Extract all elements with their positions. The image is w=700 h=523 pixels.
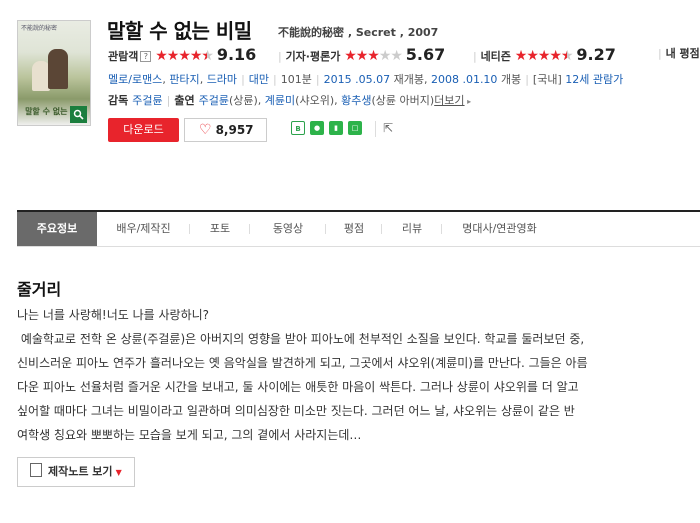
synopsis-line: 여학생 칭요와 뽀뽀하는 모습을 보게 되고, 그의 곁에서 사라지는데…: [17, 428, 362, 442]
audience-rating: 관람객? ★★★★★★ 9.16: [108, 45, 256, 64]
heart-icon: ♡: [199, 122, 212, 138]
genre-link[interactable]: 드라마: [207, 73, 237, 86]
movie-title: 말할 수 없는 비밀: [107, 19, 252, 43]
more-cast-link[interactable]: 더보기: [434, 94, 464, 107]
help-icon[interactable]: ?: [140, 51, 152, 62]
age-rating-link[interactable]: 12세 관람가: [565, 73, 623, 86]
download-button[interactable]: 다운로드: [108, 118, 179, 142]
bookmark-icon[interactable]: ▮: [329, 121, 343, 135]
rating-score: 9.16: [216, 45, 257, 64]
actor-link[interactable]: 계륜미: [265, 94, 295, 107]
like-count: 8,957: [215, 123, 254, 137]
document-icon: [30, 463, 42, 477]
critic-rating: | 기자·평론가 ★★★★★ 5.67: [278, 45, 446, 64]
synopsis-line: 나는 너를 사랑해!너도 나를 사랑하니?: [17, 308, 210, 322]
synopsis-heading: 줄거리: [17, 280, 62, 299]
movie-subtitle: 不能說的秘密 , Secret , 2007: [278, 26, 439, 39]
tab-quotes-related[interactable]: 명대사/연관영화: [442, 212, 557, 246]
netizen-rating: | 네티즌 ★★★★★★ 9.27: [473, 45, 616, 64]
actor-link[interactable]: 주걸륜: [199, 94, 229, 107]
star-rating: ★★★★★★: [514, 48, 574, 64]
release-date-link[interactable]: 2015 .05.07: [324, 73, 390, 86]
tab-main-info[interactable]: 주요정보: [17, 212, 97, 246]
genre-link[interactable]: 판타지: [169, 73, 199, 86]
actor-role: (샤오위): [295, 94, 335, 107]
movie-info: 멜로/로맨스, 판타지, 드라마 | 대만 | 101분 | 2015 .05.07 재개봉…: [108, 73, 624, 86]
tab-photo[interactable]: 포토: [190, 212, 250, 246]
star-rating: ★★★★★★: [155, 48, 214, 64]
line-icon[interactable]: ●: [310, 121, 324, 135]
star-rating: ★★★★★: [344, 48, 403, 64]
rating-score: 5.67: [405, 45, 446, 64]
rating-score: 9.27: [576, 45, 616, 64]
rating-label: 네티즌: [480, 50, 511, 63]
synopsis-line: 싶어할 때마다 그녀는 비밀이라고 일관하며 의미심장한 미소만 짓는다. 그러…: [17, 404, 575, 418]
poster-mini-text: 不能說的秘密: [21, 25, 58, 32]
rating-label: 기자·평론가: [285, 50, 341, 63]
memo-icon[interactable]: □: [348, 121, 362, 135]
tab-cast-crew[interactable]: 배우/제작진: [97, 212, 190, 246]
actor-link[interactable]: 황추생: [341, 94, 371, 107]
tab-bar: 주요정보 배우/제작진 포토 동영상 평점 리뷰 명대사/연관영화: [17, 212, 700, 247]
release-label: 재개봉: [393, 73, 424, 86]
production-notes-button[interactable]: 제작노트 보기 ▼: [17, 457, 135, 487]
magnifier-icon[interactable]: [70, 106, 87, 123]
synopsis-line: 예술학교로 전학 온 상륜(주걸륜)은 아버지의 영향을 받아 피아노에 천부적…: [17, 332, 585, 346]
runtime: 101분: [280, 73, 312, 86]
release-label: 개봉: [500, 73, 522, 86]
synopsis-line: 다운 피아노 선율처럼 즐거운 시간을 보내고, 둘 사이에는 애틋한 마음이 …: [17, 380, 579, 394]
release-date-link[interactable]: 2008 .01.10: [431, 73, 497, 86]
actor-role: (상륜 아버지): [371, 94, 435, 107]
region: [국내]: [532, 73, 562, 86]
tab-video[interactable]: 동영상: [250, 212, 326, 246]
country-link[interactable]: 대만: [249, 73, 269, 86]
band-icon[interactable]: B: [291, 121, 305, 135]
share-icon[interactable]: ⇱: [381, 121, 395, 135]
actors-label: 출연: [174, 94, 195, 107]
synopsis-line: 신비스러운 피아노 연주가 흘러나오는 옛 음악실을 발견하게 되고, 그곳에서…: [17, 356, 588, 370]
tab-ratings[interactable]: 평점: [326, 212, 382, 246]
director-label: 감독: [108, 94, 129, 107]
rating-label: 내 평점: [665, 47, 700, 60]
tab-reviews[interactable]: 리뷰: [382, 212, 442, 246]
chevron-right-icon: ▸: [464, 97, 472, 106]
my-rating[interactable]: | 내 평점: [658, 45, 700, 61]
synopsis-text: 나는 너를 사랑해!너도 나를 사랑하니? 예술학교로 전학 온 상륜(주걸륜)…: [17, 303, 657, 447]
genre-link[interactable]: 멜로/로맨스: [108, 73, 162, 86]
actor-role: (상륜): [228, 94, 258, 107]
rating-label: 관람객: [108, 50, 139, 63]
like-button[interactable]: ♡ 8,957: [184, 118, 267, 142]
director-link[interactable]: 주걸륜: [132, 94, 162, 107]
cast-info: 감독 주걸륜 | 출연 주걸륜(상륜), 계륜미(샤오위), 황추생(상륜 아버지)더보…: [108, 94, 472, 107]
caret-down-icon: ▼: [115, 468, 122, 477]
